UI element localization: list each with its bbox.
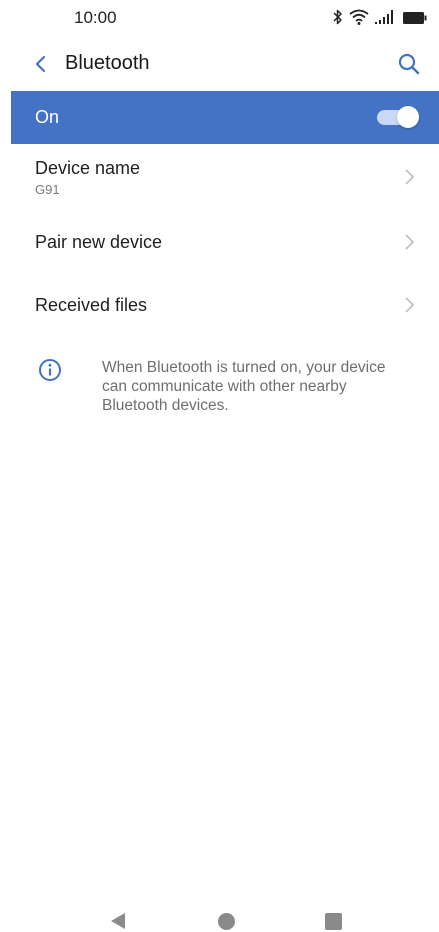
chevron-right-icon xyxy=(405,169,415,185)
wifi-icon xyxy=(349,9,369,30)
bluetooth-toggle-bar[interactable]: On xyxy=(11,91,439,144)
received-files-row[interactable]: Received files xyxy=(0,283,439,329)
info-description: When Bluetooth is turned on, your device… xyxy=(102,359,386,414)
device-name-row[interactable]: Device name G91 xyxy=(0,150,439,206)
back-button[interactable] xyxy=(28,50,52,78)
toggle-label: On xyxy=(35,107,60,127)
system-nav-bar xyxy=(0,900,439,932)
signal-icon xyxy=(375,10,397,29)
chevron-left-icon xyxy=(35,55,46,73)
page-title: Bluetooth xyxy=(65,52,150,74)
back-triangle-icon[interactable] xyxy=(110,912,126,930)
switch-thumb xyxy=(397,106,419,128)
status-bar: 10:00 xyxy=(0,0,439,36)
status-time: 10:00 xyxy=(74,8,117,27)
chevron-right-icon xyxy=(405,234,415,250)
device-name-value: G91 xyxy=(35,182,60,197)
bluetooth-switch[interactable] xyxy=(377,106,419,128)
recents-square-icon[interactable] xyxy=(325,913,342,930)
search-button[interactable] xyxy=(395,50,423,78)
received-files-title: Received files xyxy=(35,295,148,315)
app-bar: Bluetooth xyxy=(0,40,439,88)
bluetooth-icon xyxy=(333,9,343,30)
device-name-title: Device name xyxy=(35,158,141,178)
search-icon xyxy=(398,53,420,75)
chevron-right-icon xyxy=(405,297,415,313)
battery-icon xyxy=(403,11,427,29)
pair-new-device-row[interactable]: Pair new device xyxy=(0,220,439,266)
home-circle-icon[interactable] xyxy=(218,913,235,930)
pair-new-device-title: Pair new device xyxy=(35,232,163,252)
status-icons xyxy=(333,9,427,30)
info-icon xyxy=(39,359,61,381)
